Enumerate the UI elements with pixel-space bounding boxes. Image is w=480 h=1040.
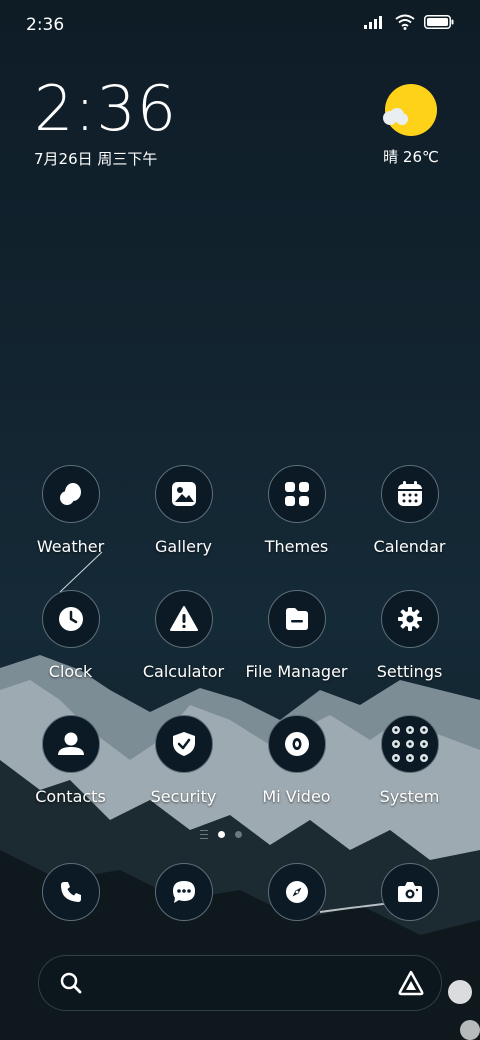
app-clock[interactable]: Clock — [14, 590, 127, 681]
widget-time: 2:36 — [34, 72, 178, 145]
page-indicator[interactable] — [200, 830, 242, 839]
video-icon — [267, 715, 326, 773]
shield-icon — [154, 715, 213, 773]
app-security[interactable]: Security — [127, 715, 240, 806]
messages-icon — [154, 863, 213, 921]
dock-browser[interactable] — [240, 863, 353, 921]
wifi-icon — [395, 14, 415, 30]
app-label: Gallery — [155, 537, 212, 556]
phone-icon — [41, 863, 100, 921]
assistant-icon[interactable] — [397, 970, 425, 1000]
app-label: Clock — [48, 662, 93, 681]
clock-icon — [41, 590, 100, 648]
app-mi-video[interactable]: Mi Video — [240, 715, 353, 806]
dock-camera[interactable] — [353, 863, 466, 921]
page-dot-active — [218, 831, 225, 838]
app-calculator[interactable]: Calculator — [127, 590, 240, 681]
camera-icon — [380, 863, 439, 921]
app-settings[interactable]: Settings — [353, 590, 466, 681]
weather-condition-temp: 晴 26℃ — [383, 148, 439, 166]
gear-icon — [380, 590, 439, 648]
person-icon — [41, 715, 100, 773]
app-file-manager[interactable]: File Manager — [240, 590, 353, 681]
signal-icon — [364, 16, 382, 29]
app-gallery[interactable]: Gallery — [127, 465, 240, 556]
app-themes[interactable]: Themes — [240, 465, 353, 556]
weather-icon — [41, 465, 100, 523]
app-label: Themes — [264, 537, 329, 556]
sunny-cloud-icon — [383, 84, 437, 136]
decorative-line — [59, 551, 103, 593]
calendar-icon — [380, 465, 439, 523]
app-calendar[interactable]: Calendar — [353, 465, 466, 556]
app-label: Mi Video — [262, 787, 331, 806]
menu-lines-icon — [200, 830, 208, 839]
app-label: Settings — [376, 662, 443, 681]
widget-date: 7月26日 周三下午 — [34, 150, 158, 168]
app-weather[interactable]: Weather — [14, 465, 127, 556]
themes-icon — [267, 465, 326, 523]
app-label: Contacts — [35, 787, 106, 806]
search-bar[interactable] — [38, 955, 442, 1011]
status-bar: 2:36 — [0, 0, 480, 50]
gallery-icon — [154, 465, 213, 523]
warning-icon — [154, 590, 213, 648]
search-icon[interactable] — [59, 971, 83, 999]
battery-icon — [424, 15, 454, 29]
app-contacts[interactable]: Contacts — [14, 715, 127, 806]
status-icons — [364, 14, 454, 30]
folder-icon — [267, 590, 326, 648]
status-time: 2:36 — [26, 15, 65, 35]
app-label: Calculator — [142, 662, 225, 681]
app-label: Calendar — [373, 537, 446, 556]
dock-messages[interactable] — [127, 863, 240, 921]
app-label: Security — [150, 787, 217, 806]
page-dot — [235, 831, 242, 838]
clock-widget[interactable]: 2:36 7月26日 周三下午 — [34, 78, 177, 169]
app-label: File Manager — [245, 662, 348, 681]
folder-grid-icon — [380, 715, 439, 773]
dock-phone[interactable] — [14, 863, 127, 921]
compass-icon — [267, 863, 326, 921]
app-system-folder[interactable]: System — [353, 715, 466, 806]
app-label: System — [379, 787, 440, 806]
weather-widget[interactable]: 晴 26℃ — [376, 84, 446, 167]
